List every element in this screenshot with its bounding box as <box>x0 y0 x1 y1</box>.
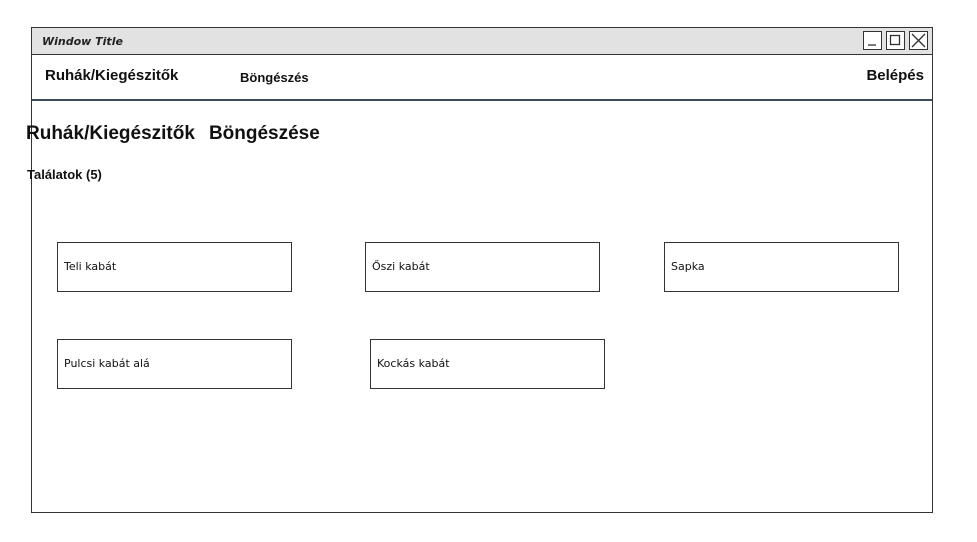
minimize-button[interactable] <box>863 31 882 50</box>
product-card[interactable]: Őszi kabát <box>365 242 600 292</box>
product-name: Kockás kabát <box>377 357 450 370</box>
nav-brand-link[interactable]: Ruhák/Kiegészitők <box>45 67 178 84</box>
nav-bar: Ruhák/Kiegészitők Böngészés Belépés <box>32 55 932 101</box>
window-title: Window Title <box>42 35 123 48</box>
title-bar[interactable]: Window Title <box>32 28 932 55</box>
page-title-category: Ruhák/Kiegészitők <box>26 123 195 144</box>
product-card[interactable]: Sapka <box>664 242 899 292</box>
product-name: Sapka <box>671 260 705 273</box>
login-link[interactable]: Belépés <box>866 67 924 84</box>
maximize-button[interactable] <box>886 31 905 50</box>
page-title: Ruhák/Kiegészitők Böngészése <box>26 123 320 145</box>
product-card[interactable]: Teli kabát <box>57 242 292 292</box>
product-name: Pulcsi kabát alá <box>64 357 150 370</box>
close-button[interactable] <box>909 31 928 50</box>
product-card[interactable]: Kockás kabát <box>370 339 605 389</box>
product-name: Őszi kabát <box>372 260 430 273</box>
nav-browse-link[interactable]: Böngészés <box>240 70 309 85</box>
product-card[interactable]: Pulcsi kabát alá <box>57 339 292 389</box>
maximize-icon <box>889 34 901 46</box>
close-icon <box>911 33 926 48</box>
page-title-action: Böngészése <box>208 123 320 144</box>
product-name: Teli kabát <box>64 260 117 273</box>
results-count: Találatok (5) <box>27 167 102 182</box>
minimize-icon <box>868 44 876 46</box>
